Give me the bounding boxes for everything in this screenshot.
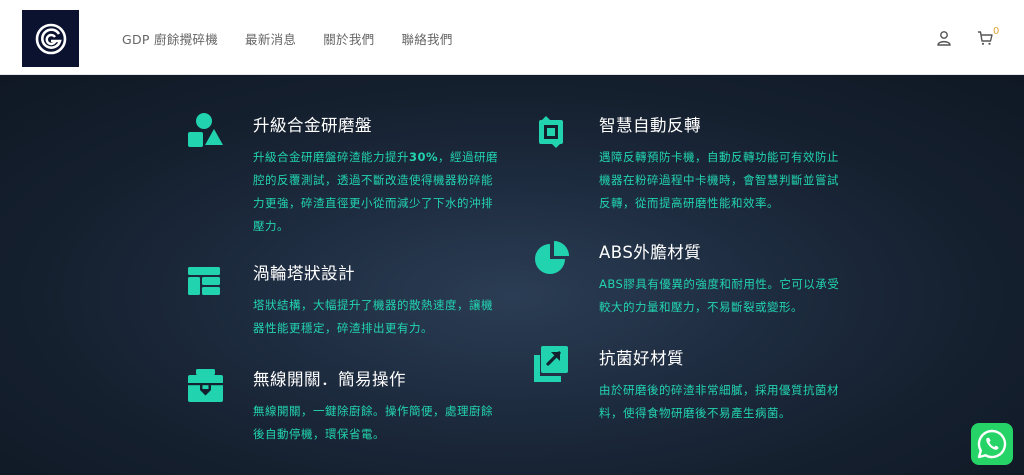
external-link-icon bbox=[534, 346, 568, 382]
reverse-icon bbox=[539, 116, 563, 148]
shapes-icon bbox=[188, 113, 223, 147]
toolbox-icon bbox=[188, 369, 223, 402]
whatsapp-chat-button[interactable] bbox=[971, 423, 1013, 465]
layout-icon bbox=[188, 267, 220, 295]
features-section: 升級合金研磨盤 升級合金研磨盤碎渣能力提升30%，經過研磨腔的反覆測試，透過不斷… bbox=[0, 76, 1024, 475]
user-account-icon[interactable] bbox=[934, 28, 954, 48]
cart-count-badge: 0 bbox=[993, 26, 1000, 37]
feature-title: ABS外膽材質 bbox=[599, 243, 702, 262]
logo-mark-icon bbox=[35, 23, 66, 54]
site-header: GDP 廚餘攪碎機 最新消息 關於我們 聯絡我們 0 bbox=[0, 0, 1024, 75]
feature-description: 升級合金研磨盤碎渣能力提升30%，經過研磨腔的反覆測試，透過不斷改造使得機器粉碎… bbox=[253, 150, 499, 233]
nav-item-about[interactable]: 關於我們 bbox=[323, 29, 374, 48]
cart-icon[interactable] bbox=[975, 28, 995, 48]
feature-description: ABS膠具有優異的強度和耐用性。它可以承受較大的力量和壓力，不易斷裂或變形。 bbox=[599, 277, 840, 314]
main-nav: GDP 廚餘攪碎機 最新消息 關於我們 聯絡我們 bbox=[122, 29, 480, 48]
feature-title: 抗菌好材質 bbox=[599, 349, 684, 368]
feature-description: 無線開關，一鍵除廚餘。操作簡便，處理廚餘後自動停機，環保省電。 bbox=[253, 404, 493, 441]
feature-title: 智慧自動反轉 bbox=[599, 116, 701, 135]
pie-chart-icon bbox=[535, 241, 569, 274]
whatsapp-icon bbox=[977, 429, 1007, 459]
feature-description: 由於研磨後的碎渣非常細膩，採用優質抗菌材料，使得食物研磨後不易產生病菌。 bbox=[599, 383, 839, 420]
feature-title: 渦輪塔狀設計 bbox=[253, 264, 355, 283]
nav-item-contact[interactable]: 聯絡我們 bbox=[401, 29, 452, 48]
nav-item-news[interactable]: 最新消息 bbox=[245, 29, 296, 48]
site-logo[interactable] bbox=[22, 10, 79, 67]
feature-description: 遇障反轉預防卡機，自動反轉功能可有效防止機器在粉碎過程中卡機時，會智慧判斷並嘗試… bbox=[599, 150, 839, 210]
feature-title: 升級合金研磨盤 bbox=[253, 116, 372, 135]
feature-title: 無線開關．簡易操作 bbox=[253, 370, 406, 389]
nav-item-gdp[interactable]: GDP 廚餘攪碎機 bbox=[122, 29, 218, 48]
feature-description: 塔狀結構，大幅提升了機器的散熱速度，讓機器性能更穩定，碎渣排出更有力。 bbox=[253, 298, 493, 335]
